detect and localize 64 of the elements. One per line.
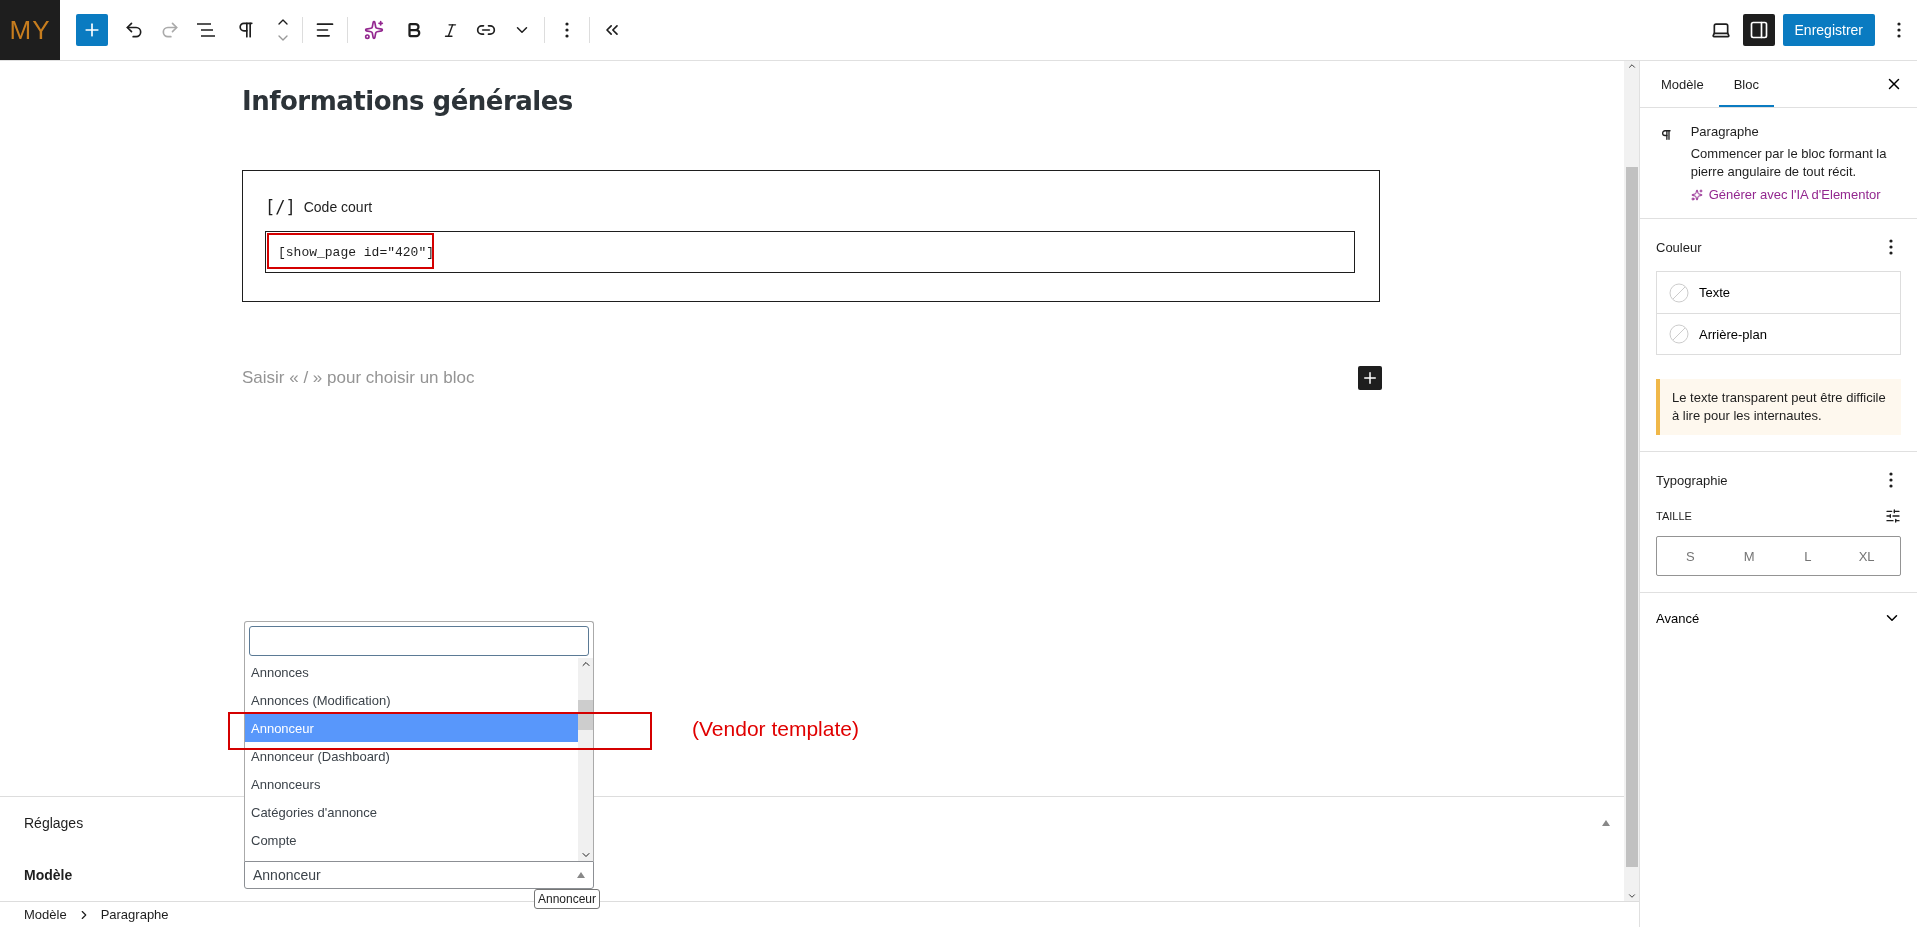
empty-swatch-icon xyxy=(1669,324,1689,344)
scrollbar-thumb[interactable] xyxy=(578,700,593,730)
more-icon xyxy=(1889,472,1893,488)
sidebar-tab[interactable]: Modèle xyxy=(1646,61,1719,107)
search-field[interactable] xyxy=(249,626,589,657)
size-option[interactable]: S xyxy=(1661,537,1720,575)
more-icon xyxy=(1889,239,1893,255)
plus-icon xyxy=(1361,369,1379,387)
template-select[interactable]: Annonceur xyxy=(244,861,594,890)
align-left-icon xyxy=(315,20,335,40)
tooltip: Annonceur xyxy=(533,889,600,910)
list-view-icon xyxy=(195,22,217,38)
dropdown-option[interactable]: Compte xyxy=(245,826,578,855)
sliders-icon[interactable] xyxy=(1885,508,1901,524)
size-option[interactable]: XL xyxy=(1837,537,1896,575)
dropdown-option[interactable]: Catégories d'annonce xyxy=(245,798,578,827)
size-option[interactable]: M xyxy=(1719,537,1779,575)
breadcrumb-item[interactable]: Modèle xyxy=(24,907,67,922)
dropdown-option[interactable]: Annonces (Modification) xyxy=(245,686,578,715)
sparkles-icon xyxy=(1690,188,1703,201)
add-block-button[interactable] xyxy=(1358,366,1382,390)
logo[interactable]: MY xyxy=(0,0,60,60)
dropdown-option[interactable]: Annonceurs xyxy=(245,770,578,799)
panel-title[interactable]: Réglages xyxy=(24,815,84,832)
laptop-icon xyxy=(1710,20,1731,40)
color-option[interactable]: Arrière-plan xyxy=(1657,313,1900,354)
sparkles-icon xyxy=(364,20,384,40)
field-label: Modèle xyxy=(24,867,74,884)
shortcode-icon: [/] xyxy=(265,197,296,217)
ai-generate-link[interactable]: Générer avec l'IA d'Elementor xyxy=(1690,187,1901,202)
block-description: Commencer par le bloc formant la pierre angulaire de tout récit. xyxy=(1690,145,1888,181)
bold-icon xyxy=(405,21,423,39)
color-option[interactable]: Texte xyxy=(1657,272,1900,313)
scrollbar[interactable] xyxy=(578,658,593,862)
scrollbar-thumb[interactable] xyxy=(1625,167,1638,867)
chevron-up-icon xyxy=(1626,61,1637,71)
block-title: Paragraphe xyxy=(1690,124,1760,139)
caret-icon xyxy=(1602,820,1610,827)
page-heading: Informations générales xyxy=(242,86,574,116)
shortcode-field[interactable]: [show_page id="420"] xyxy=(265,231,1355,273)
settings-button[interactable] xyxy=(1742,14,1775,46)
empty-swatch-icon xyxy=(1669,282,1689,303)
annotation-note: (Vendor template) xyxy=(692,717,859,742)
section-title: Typographie xyxy=(1656,472,1728,488)
section-title: Couleur xyxy=(1656,239,1702,255)
warning-notice: Le texte transparent peut être difficile à lire pour les internautes. xyxy=(1656,379,1901,435)
dropdown-option[interactable]: Annonces xyxy=(245,658,578,687)
section-toggle[interactable]: Avancé xyxy=(1640,593,1917,643)
redo-icon xyxy=(160,20,180,40)
undo-icon xyxy=(124,20,144,40)
sidebar-tab[interactable]: Bloc xyxy=(1718,61,1774,107)
pilcrow-icon xyxy=(236,20,256,40)
block-label: Code court xyxy=(303,199,373,215)
dropdown-option[interactable]: Annonceur (Dashboard) xyxy=(245,742,578,771)
more-icon xyxy=(565,22,569,38)
size-label: TAILLE xyxy=(1656,510,1692,522)
chevron-down-icon xyxy=(1626,891,1637,901)
size-option[interactable]: L xyxy=(1778,537,1838,575)
breadcrumb-item[interactable]: Paragraphe xyxy=(100,907,169,922)
scrollbar[interactable] xyxy=(1624,61,1639,901)
caret-icon xyxy=(577,872,585,879)
sidebar-icon xyxy=(1748,20,1769,40)
more-icon xyxy=(1897,22,1901,38)
save-button[interactable]: Enregistrer xyxy=(1782,14,1875,46)
